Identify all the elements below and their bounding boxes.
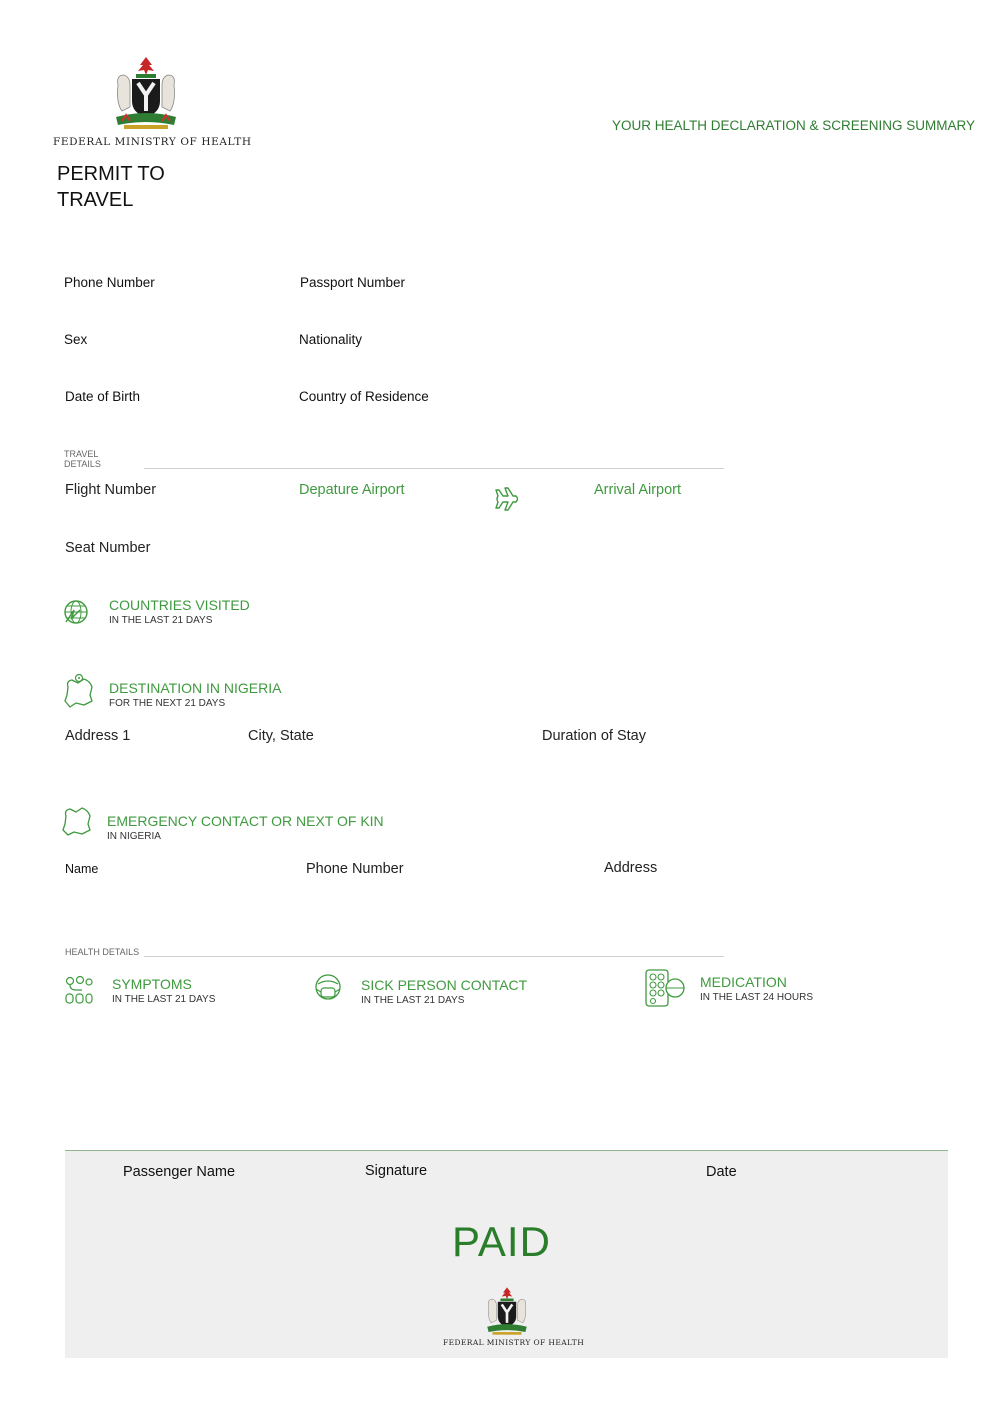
emergency-contact-subtitle: IN NIGERIA	[107, 831, 161, 842]
emergency-name-label: Name	[65, 862, 99, 876]
health-details-heading: HEALTH DETAILS	[65, 947, 140, 957]
flight-number-label: Flight Number	[65, 482, 157, 498]
medication-title: MEDICATION	[700, 974, 787, 990]
symptoms-subtitle: IN THE LAST 21 DAYS	[112, 994, 216, 1005]
duration-of-stay-label: Duration of Stay	[542, 728, 646, 744]
arrival-airport-label: Arrival Airport	[594, 482, 682, 498]
city-state-label: City, State	[248, 728, 314, 744]
nigeria-map-pin-icon	[62, 673, 96, 713]
ministry-name: FEDERAL MINISTRY OF HEALTH	[53, 136, 252, 148]
globe-icon	[62, 598, 90, 630]
footer-coat-of-arms-logo	[482, 1286, 532, 1336]
date-of-birth-label: Date of Birth	[65, 389, 141, 404]
travel-details-heading: TRAVEL DETAILS	[64, 449, 101, 469]
pill-pack-icon	[644, 968, 686, 1012]
sick-contact-title: SICK PERSON CONTACT	[361, 977, 528, 993]
emergency-contact-title: EMERGENCY CONTACT OR NEXT OF KIN	[107, 813, 384, 829]
seat-number-label: Seat Number	[65, 540, 151, 556]
health-divider	[144, 956, 724, 957]
countries-visited-title: COUNTRIES VISITED	[109, 597, 250, 613]
countries-visited-subtitle: IN THE LAST 21 DAYS	[109, 615, 213, 626]
nationality-label: Nationality	[299, 332, 363, 347]
passport-number-label: Passport Number	[300, 275, 406, 290]
nigeria-map-icon	[60, 806, 94, 840]
sex-label: Sex	[64, 332, 88, 347]
departure-airport-label: Depature Airport	[299, 482, 405, 498]
address-1-label: Address 1	[65, 728, 131, 744]
footer-ministry-name: FEDERAL MINISTRY OF HEALTH	[443, 1338, 585, 1347]
page-title: PERMIT TO TRAVEL	[57, 163, 165, 211]
paid-stamp: PAID	[452, 1218, 551, 1265]
airplane-icon	[494, 486, 520, 516]
emergency-phone-label: Phone Number	[306, 861, 404, 877]
masked-person-icon	[313, 972, 343, 1008]
coat-of-arms-logo	[108, 55, 184, 131]
passenger-name-label: Passenger Name	[123, 1164, 236, 1180]
signature-label: Signature	[365, 1163, 428, 1179]
phone-number-label: Phone Number	[64, 275, 155, 290]
destination-subtitle: FOR THE NEXT 21 DAYS	[109, 698, 226, 709]
travel-divider	[144, 468, 724, 469]
emergency-address-label: Address	[604, 860, 658, 876]
destination-title: DESTINATION IN NIGERIA	[109, 680, 282, 696]
country-of-residence-label: Country of Residence	[299, 389, 429, 404]
medication-subtitle: IN THE LAST 24 HOURS	[700, 992, 813, 1003]
sick-contact-subtitle: IN THE LAST 21 DAYS	[361, 995, 465, 1006]
symptoms-title: SYMPTOMS	[112, 976, 192, 992]
date-label: Date	[706, 1164, 737, 1180]
symptoms-icon	[64, 975, 94, 1009]
summary-heading: YOUR HEALTH DECLARATION & SCREENING SUMM…	[612, 118, 976, 133]
